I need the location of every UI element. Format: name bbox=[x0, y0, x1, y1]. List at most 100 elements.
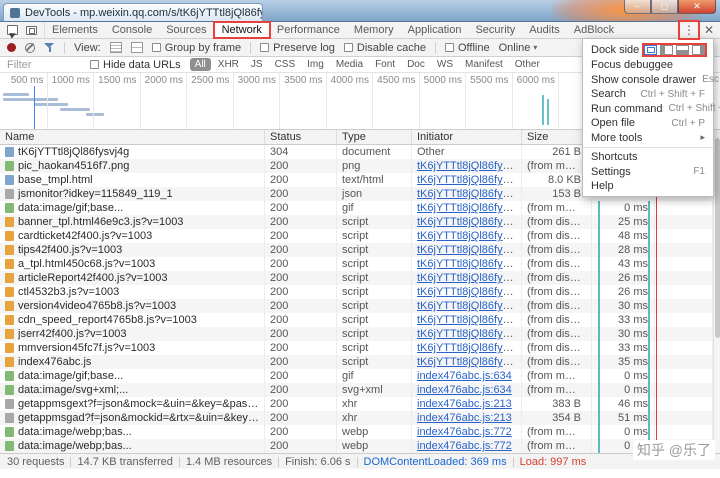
tab-application[interactable]: Application bbox=[401, 22, 469, 38]
dock-right-icon[interactable] bbox=[692, 45, 705, 55]
tab-console[interactable]: Console bbox=[105, 22, 159, 38]
request-name-cell[interactable]: articleReport42f400.js?v=1003 bbox=[0, 271, 265, 285]
request-name-cell[interactable]: a_tpl.html450c68.js?v=1003 bbox=[0, 257, 265, 271]
filter-funnel-icon[interactable] bbox=[44, 42, 55, 53]
menu-item-focus-debuggee[interactable]: Focus debuggee bbox=[583, 58, 713, 73]
hide-data-urls-checkbox[interactable]: Hide data URLs bbox=[90, 59, 181, 71]
tab-adblock[interactable]: AdBlock bbox=[567, 22, 621, 38]
request-row[interactable]: a_tpl.html450c68.js?v=1003200scripttK6jY… bbox=[0, 257, 713, 271]
tab-network[interactable]: Network bbox=[214, 22, 270, 38]
request-name-cell[interactable]: pic_haokan4516f7.png bbox=[0, 159, 265, 173]
request-name-cell[interactable]: banner_tpl.html46e9c3.js?v=1003 bbox=[0, 215, 265, 229]
request-name-cell[interactable]: getappmsgext?f=json&mock=&uin=&key=&pass… bbox=[0, 397, 265, 411]
record-icon[interactable] bbox=[7, 43, 16, 52]
offline-checkbox[interactable]: Offline bbox=[445, 42, 490, 54]
minimize-button[interactable]: – bbox=[624, 0, 651, 14]
inspect-element-icon[interactable] bbox=[7, 25, 18, 35]
request-name-cell[interactable]: ctl4532b3.js?v=1003 bbox=[0, 285, 265, 299]
request-name-cell[interactable]: getappmsgad?f=json&mockid=&rtx=&uin=&key… bbox=[0, 411, 265, 425]
column-header-initiator[interactable]: Initiator bbox=[412, 130, 522, 144]
request-initiator[interactable]: index476abc.js:772 bbox=[417, 426, 512, 438]
request-name-cell[interactable]: tips42f400.js?v=1003 bbox=[0, 243, 265, 257]
throttling-dropdown[interactable]: Online ▾ bbox=[499, 42, 538, 54]
vertical-scrollbar[interactable] bbox=[713, 130, 720, 453]
request-row[interactable]: banner_tpl.html46e9c3.js?v=1003200script… bbox=[0, 215, 713, 229]
dock-bottom-icon[interactable] bbox=[676, 45, 689, 55]
filter-pill-js[interactable]: JS bbox=[246, 58, 268, 71]
request-name-cell[interactable]: cardticket42f400.js?v=1003 bbox=[0, 229, 265, 243]
request-row[interactable]: cdn_speed_report4765b8.js?v=1003200scrip… bbox=[0, 313, 713, 327]
filter-input[interactable] bbox=[7, 59, 81, 71]
filter-pill-ws[interactable]: WS bbox=[432, 58, 458, 71]
request-initiator[interactable]: tK6jYTTtl8jQl86fysvj4g:1800 bbox=[417, 202, 522, 214]
menu-item-show-console-drawer[interactable]: Show console drawerEsc bbox=[583, 73, 713, 88]
filter-pill-all[interactable]: All bbox=[190, 58, 211, 71]
dock-left-icon[interactable] bbox=[660, 45, 673, 55]
tab-security[interactable]: Security bbox=[468, 22, 522, 38]
scrollbar-thumb[interactable] bbox=[715, 138, 720, 338]
request-initiator[interactable]: tK6jYTTtl8jQl86fysvj4g:1800 bbox=[417, 258, 522, 270]
request-initiator[interactable]: tK6jYTTtl8jQl86fysvj4g:718 bbox=[417, 188, 522, 200]
request-initiator[interactable]: tK6jYTTtl8jQl86fysvj4g:1800 bbox=[417, 356, 522, 368]
request-initiator[interactable]: tK6jYTTtl8jQl86fysvj4g:1800 bbox=[417, 314, 522, 326]
request-name-cell[interactable]: base_tmpl.html bbox=[0, 173, 265, 187]
clear-requests-icon[interactable] bbox=[25, 43, 35, 53]
request-initiator[interactable]: index476abc.js:634 bbox=[417, 370, 512, 382]
request-name-cell[interactable]: mmversion45fc7f.js?v=1003 bbox=[0, 341, 265, 355]
menu-item-open-file[interactable]: Open fileCtrl + P bbox=[583, 116, 713, 131]
undock-icon[interactable] bbox=[644, 45, 657, 55]
filter-pill-doc[interactable]: Doc bbox=[402, 58, 430, 71]
devtools-menu-button[interactable]: ⋮ bbox=[680, 22, 698, 38]
menu-item-shortcuts[interactable]: Shortcuts bbox=[583, 150, 713, 165]
request-row[interactable]: tips42f400.js?v=1003200scripttK6jYTTtl8j… bbox=[0, 243, 713, 257]
request-row[interactable]: version4video4765b8.js?v=1003200scripttK… bbox=[0, 299, 713, 313]
request-initiator[interactable]: tK6jYTTtl8jQl86fysvj4g:1800 bbox=[417, 216, 522, 228]
disable-cache-checkbox[interactable]: Disable cache bbox=[344, 42, 426, 54]
request-name-cell[interactable]: data:image/svg+xml;... bbox=[0, 383, 265, 397]
tab-performance[interactable]: Performance bbox=[270, 22, 347, 38]
filter-pill-other[interactable]: Other bbox=[510, 58, 545, 71]
request-initiator[interactable]: tK6jYTTtl8jQl86fysvj4g:727 bbox=[417, 174, 522, 186]
request-initiator[interactable]: tK6jYTTtl8jQl86fysvj4g:1800 bbox=[417, 244, 522, 256]
column-header-status[interactable]: Status bbox=[265, 130, 337, 144]
preserve-log-checkbox[interactable]: Preserve log bbox=[260, 42, 335, 54]
small-rows-view-icon[interactable] bbox=[110, 42, 122, 53]
filter-pill-img[interactable]: Img bbox=[302, 58, 329, 71]
filter-pill-xhr[interactable]: XHR bbox=[213, 58, 244, 71]
request-initiator[interactable]: tK6jYTTtl8jQl86fysvj4g:1800 bbox=[417, 286, 522, 298]
request-name-cell[interactable]: index476abc.js bbox=[0, 355, 265, 369]
tab-memory[interactable]: Memory bbox=[347, 22, 401, 38]
menu-item-more-tools[interactable]: More tools▸ bbox=[583, 131, 713, 146]
request-name-cell[interactable]: data:image/webp;bas... bbox=[0, 425, 265, 439]
menu-item-run-command[interactable]: Run commandCtrl + Shift + P bbox=[583, 102, 713, 117]
filter-pill-media[interactable]: Media bbox=[331, 58, 368, 71]
group-by-frame-checkbox[interactable]: Group by frame bbox=[152, 42, 241, 54]
request-name-cell[interactable]: data:image/webp;bas... bbox=[0, 439, 265, 453]
request-initiator[interactable]: tK6jYTTtl8jQl86fysvj4g:1800 bbox=[417, 328, 522, 340]
request-initiator[interactable]: index476abc.js:213 bbox=[417, 412, 512, 424]
request-row[interactable]: articleReport42f400.js?v=1003200scripttK… bbox=[0, 271, 713, 285]
request-name-cell[interactable]: tK6jYTTtl8jQl86fysvj4g bbox=[0, 145, 265, 159]
request-row[interactable]: index476abc.js200scripttK6jYTTtl8jQl86fy… bbox=[0, 355, 713, 369]
request-row[interactable]: mmversion45fc7f.js?v=1003200scripttK6jYT… bbox=[0, 341, 713, 355]
request-row[interactable]: data:image/webp;bas...200webpindex476abc… bbox=[0, 425, 713, 439]
request-initiator[interactable]: tK6jYTTtl8jQl86fysvj4g bbox=[417, 160, 522, 172]
request-row[interactable]: data:image/svg+xml;...200svg+xmlindex476… bbox=[0, 383, 713, 397]
request-name-cell[interactable]: data:image/gif;base... bbox=[0, 369, 265, 383]
device-toolbar-icon[interactable] bbox=[26, 26, 37, 35]
menu-item-search[interactable]: SearchCtrl + Shift + F bbox=[583, 87, 713, 102]
request-row[interactable]: ctl4532b3.js?v=1003200scripttK6jYTTtl8jQ… bbox=[0, 285, 713, 299]
request-name-cell[interactable]: version4video4765b8.js?v=1003 bbox=[0, 299, 265, 313]
tab-audits[interactable]: Audits bbox=[522, 22, 567, 38]
menu-item-help[interactable]: Help bbox=[583, 179, 713, 194]
filter-pill-manifest[interactable]: Manifest bbox=[460, 58, 508, 71]
request-initiator[interactable]: tK6jYTTtl8jQl86fysvj4g:1800 bbox=[417, 342, 522, 354]
request-row[interactable]: getappmsgext?f=json&mock=&uin=&key=&pass… bbox=[0, 397, 713, 411]
request-name-cell[interactable]: cdn_speed_report4765b8.js?v=1003 bbox=[0, 313, 265, 327]
close-window-button[interactable]: ✕ bbox=[678, 0, 716, 14]
request-row[interactable]: jserr42f400.js?v=1003200scripttK6jYTTtl8… bbox=[0, 327, 713, 341]
request-name-cell[interactable]: data:image/gif;base... bbox=[0, 201, 265, 215]
filter-pill-css[interactable]: CSS bbox=[270, 58, 301, 71]
request-initiator[interactable]: tK6jYTTtl8jQl86fysvj4g:1800 bbox=[417, 300, 522, 312]
request-row[interactable]: data:image/webp;bas...200webpindex476abc… bbox=[0, 439, 713, 453]
